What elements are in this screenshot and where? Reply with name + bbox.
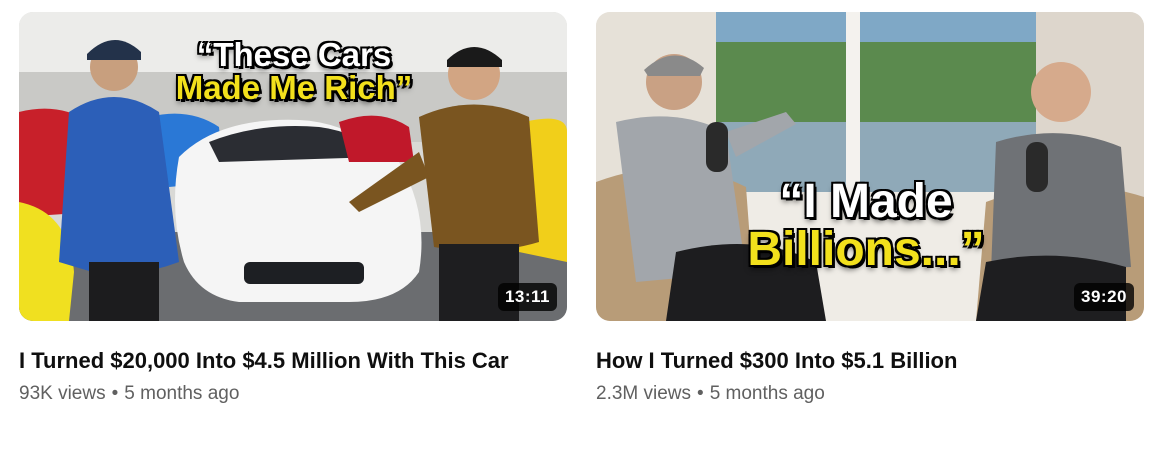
overlay-line-yellow: Billions...” [747, 223, 985, 276]
video-thumbnail[interactable]: “These Cars Made Me Rich” 13:11 [19, 12, 567, 321]
overlay-line-yellow: Made Me Rich” [175, 69, 413, 106]
overlay-line-white: “These Cars [196, 36, 392, 73]
video-card[interactable]: “I Made Billions...” 39:20 How I Turned … [596, 12, 1144, 405]
video-card[interactable]: “These Cars Made Me Rich” 13:11 I Turned… [19, 12, 567, 405]
meta-separator: • [111, 383, 119, 404]
thumbnail-overlay-text: “I Made Billions...” [736, 178, 996, 274]
thumbnail-overlay-text: “These Cars Made Me Rich” [159, 38, 429, 104]
upload-age: 5 months ago [124, 383, 240, 404]
video-metadata: 93K views • 5 months ago [19, 383, 567, 405]
view-count: 93K views [19, 383, 106, 404]
video-title[interactable]: How I Turned $300 Into $5.1 Billion [596, 343, 1096, 379]
duration-badge: 39:20 [1074, 283, 1134, 311]
view-count: 2.3M views [596, 383, 692, 404]
video-metadata: 2.3M views • 5 months ago [596, 383, 1144, 405]
meta-separator: • [697, 383, 704, 404]
overlay-line-white: “I Made [779, 175, 953, 228]
upload-age: 5 months ago [709, 383, 825, 404]
video-title[interactable]: I Turned $20,000 Into $4.5 Million With … [19, 343, 519, 379]
duration-badge: 13:11 [497, 283, 557, 311]
video-thumbnail[interactable]: “I Made Billions...” 39:20 [596, 12, 1144, 321]
